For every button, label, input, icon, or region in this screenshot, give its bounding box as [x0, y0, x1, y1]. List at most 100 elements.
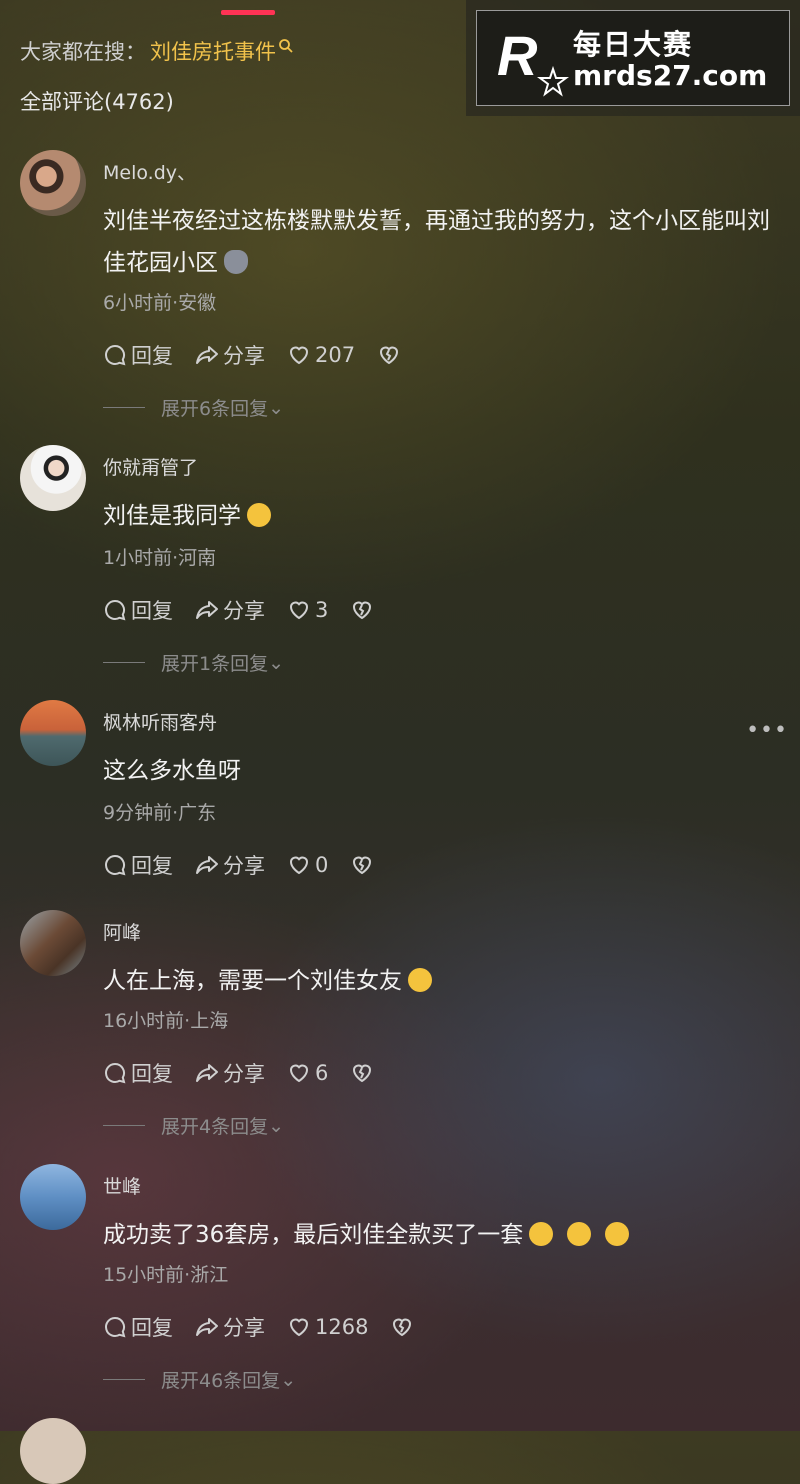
reply-icon — [105, 344, 126, 366]
like-button[interactable]: 6 — [287, 1061, 328, 1085]
comment-actions: 回复 分享 0 — [103, 850, 400, 880]
avatar[interactable] — [20, 700, 86, 766]
like-count: 207 — [315, 343, 356, 367]
like-count: 1268 — [315, 1315, 369, 1339]
heart-icon — [289, 346, 309, 365]
share-button[interactable]: 分享 — [195, 595, 265, 625]
expand-replies[interactable]: 展开1条回复 ⌄ — [103, 649, 284, 676]
avatar[interactable] — [20, 1164, 86, 1230]
svg-text:R: R — [497, 24, 538, 87]
share-button[interactable]: 分享 — [195, 340, 265, 370]
search-icon — [279, 39, 293, 53]
watermark-name: 每日大赛 — [573, 28, 694, 61]
reply-label: 回复 — [131, 1062, 173, 1086]
divider — [103, 1379, 145, 1380]
share-label: 分享 — [223, 599, 265, 623]
comment-actions: 回复 分享 207 — [103, 340, 427, 370]
smile-emoji-icon — [408, 968, 432, 992]
dislike-button[interactable] — [350, 598, 378, 622]
reply-button[interactable]: 回复 — [103, 340, 173, 370]
divider — [103, 407, 145, 408]
heart-icon — [289, 1318, 309, 1337]
expand-replies[interactable]: 展开4条回复 ⌄ — [103, 1112, 284, 1139]
share-icon — [196, 346, 218, 364]
like-count: 3 — [315, 598, 329, 622]
expand-replies-label: 展开1条回复 — [161, 653, 269, 675]
comment-meta: 1小时前·河南 — [103, 547, 217, 569]
comment-meta: 15小时前·浙江 — [103, 1264, 229, 1286]
reply-icon — [105, 1316, 126, 1338]
chevron-down-icon: ⌄ — [268, 1114, 285, 1137]
search-suggestion-prefix: 大家都在搜： — [20, 40, 146, 64]
like-button[interactable]: 3 — [287, 598, 328, 622]
heart-icon — [289, 601, 309, 620]
comment-username[interactable]: 阿峰 — [103, 918, 141, 945]
tab-indicator — [221, 10, 275, 15]
avatar[interactable] — [20, 445, 86, 511]
comment-username[interactable]: 世峰 — [103, 1172, 141, 1199]
broken-heart-icon — [380, 346, 399, 365]
reply-label: 回复 — [131, 854, 173, 878]
reply-icon — [105, 599, 126, 621]
comment-username[interactable]: 你就甭管了 — [103, 453, 198, 480]
comment-username[interactable]: Melo.dy、 — [103, 158, 196, 185]
comment-text-content: 成功卖了36套房，最后刘佳全款买了一套 — [103, 1222, 524, 1248]
dislike-button[interactable] — [350, 853, 378, 877]
watermark-logo-icon: R — [497, 24, 569, 97]
expand-replies[interactable]: 展开6条回复 ⌄ — [103, 394, 284, 421]
search-suggestion[interactable]: 大家都在搜： 刘佳房托事件 — [20, 36, 294, 66]
comment-text-content: 人在上海，需要一个刘佳女友 — [103, 968, 402, 994]
like-button[interactable]: 1268 — [287, 1315, 368, 1339]
comment-text: 这么多水鱼呀 — [103, 750, 783, 792]
avatar[interactable] — [20, 1418, 86, 1484]
reply-button[interactable]: 回复 — [103, 595, 173, 625]
watermark-url: mrds27.com — [573, 59, 768, 92]
comment-meta: 9分钟前·广东 — [103, 802, 217, 824]
broken-heart-icon — [353, 1064, 372, 1083]
share-icon — [196, 1064, 218, 1082]
avatar[interactable] — [20, 910, 86, 976]
comment-username[interactable]: 枫林听雨客舟 — [103, 708, 217, 735]
broken-heart-icon — [353, 856, 372, 875]
reply-button[interactable]: 回复 — [103, 1312, 173, 1342]
comment-text-content: 刘佳半夜经过这栋楼默默发誓，再通过我的努力，这个小区能叫刘佳花园小区 — [103, 208, 770, 276]
laugh-cry-emoji-icon — [605, 1222, 630, 1246]
like-button[interactable]: 0 — [287, 853, 328, 877]
divider — [103, 1125, 145, 1126]
share-label: 分享 — [223, 1316, 265, 1340]
reply-button[interactable]: 回复 — [103, 850, 173, 880]
broken-heart-icon — [393, 1318, 412, 1337]
comment-actions: 回复 分享 3 — [103, 595, 400, 625]
laugh-cry-emoji-icon — [529, 1222, 554, 1246]
dislike-button[interactable] — [350, 1061, 378, 1085]
like-button[interactable]: 207 — [287, 343, 355, 367]
dislike-button[interactable] — [390, 1315, 418, 1339]
comment-meta: 6小时前·安徽 — [103, 292, 217, 314]
dislike-button[interactable] — [377, 343, 405, 367]
share-label: 分享 — [223, 854, 265, 878]
reply-button[interactable]: 回复 — [103, 1058, 173, 1088]
comment-actions: 回复 分享 1268 — [103, 1312, 440, 1342]
comment-text: 刘佳半夜经过这栋楼默默发誓，再通过我的努力，这个小区能叫刘佳花园小区 — [103, 200, 783, 284]
share-label: 分享 — [223, 344, 265, 368]
comment-text-content: 这么多水鱼呀 — [103, 758, 241, 784]
watermark: R 每日大赛 mrds27.com — [476, 10, 790, 106]
expand-replies[interactable]: 展开46条回复 ⌄ — [103, 1366, 296, 1393]
share-button[interactable]: 分享 — [195, 1058, 265, 1088]
reply-label: 回复 — [131, 1316, 173, 1340]
expand-replies-label: 展开4条回复 — [161, 1116, 269, 1138]
comment-meta: 16小时前·上海 — [103, 1010, 229, 1032]
expand-replies-label: 展开46条回复 — [161, 1370, 281, 1392]
chevron-down-icon: ⌄ — [268, 651, 285, 674]
laugh-cry-emoji-icon — [567, 1222, 592, 1246]
reply-label: 回复 — [131, 344, 173, 368]
share-button[interactable]: 分享 — [195, 850, 265, 880]
divider — [103, 662, 145, 663]
more-options-icon[interactable]: ••• — [746, 718, 788, 743]
share-button[interactable]: 分享 — [195, 1312, 265, 1342]
search-suggestion-keyword[interactable]: 刘佳房托事件 — [150, 36, 276, 66]
share-label: 分享 — [223, 1062, 265, 1086]
heart-icon — [289, 1064, 309, 1083]
share-icon — [196, 601, 218, 619]
avatar[interactable] — [20, 150, 86, 216]
